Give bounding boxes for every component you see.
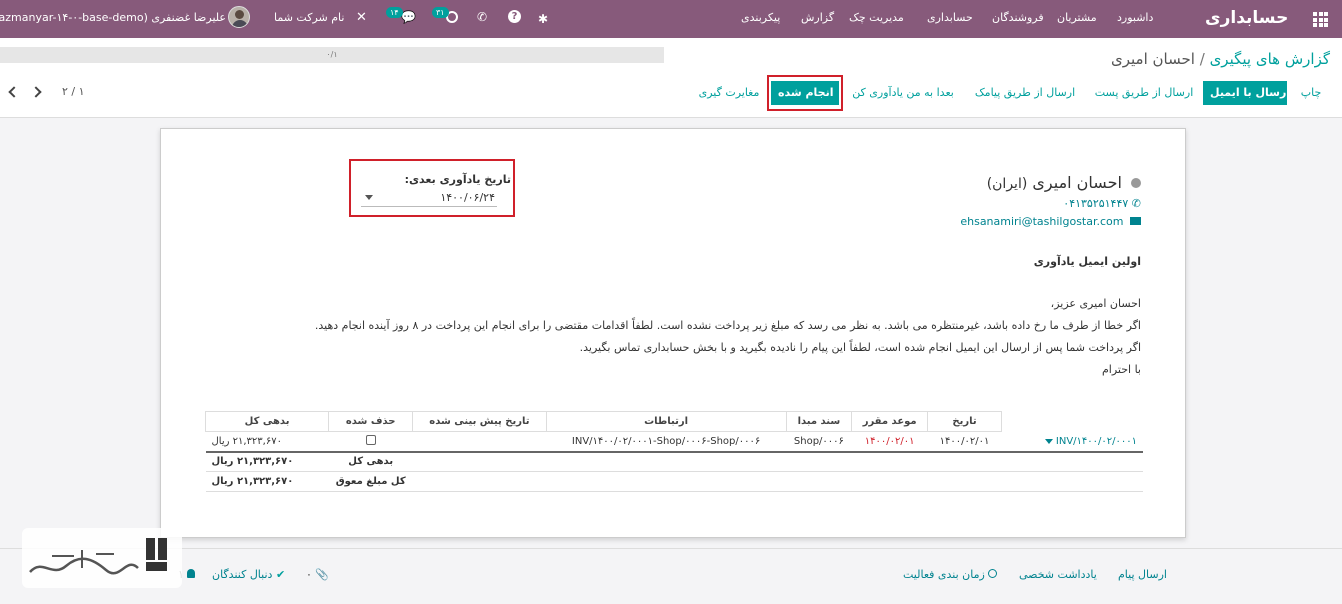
letter-closing: با احترام <box>1101 363 1141 376</box>
excluded-checkbox[interactable] <box>365 434 376 445</box>
next-reminder-date-input[interactable]: ۱۴۰۰/۰۶/۲۴ <box>361 189 497 207</box>
breadcrumb-current: احسان امیری <box>1111 50 1195 68</box>
letter-greeting: احسان امیری عزیز، <box>1050 297 1141 310</box>
help-icon[interactable]: ? <box>508 10 521 23</box>
attachments-button[interactable]: ۰ 📎 <box>306 568 329 581</box>
letter-line-2: اگر پرداخت شما پس از ارسال این ایمیل انج… <box>579 341 1141 354</box>
menu-accounting[interactable]: حسابداری <box>927 11 973 24</box>
row-source: Shop/۰۰۰۶ <box>793 435 844 447</box>
partner-phone-row: ✆ ۰۴۱۳۵۲۵۱۴۴۷ <box>1063 197 1141 210</box>
watermark-logo <box>22 528 182 588</box>
phone-icon: ✆ <box>1131 197 1141 210</box>
menu-dashboard[interactable]: داشبورد <box>1117 11 1153 24</box>
header-excluded: حذف شده <box>328 411 414 432</box>
next-reminder-date-value: ۱۴۰۰/۰۶/۲۴ <box>440 191 495 204</box>
header-expected-date: تاریخ پیش بینی شده <box>412 411 547 432</box>
send-sms-button[interactable]: ارسال از طریق پیامک <box>965 81 1085 105</box>
caret-down-icon <box>365 195 373 200</box>
clock-icon <box>988 569 998 578</box>
partner-email[interactable]: ehsanamiri@tashilgostar.com <box>960 215 1123 228</box>
attachments-count: ۰ <box>306 568 312 581</box>
top-navbar: حسابداری داشبورد مشتریان فروشندگان حسابد… <box>0 0 1342 38</box>
letter-line-1: اگر خطا از طرف ما رخ داده باشد، غیرمنتظر… <box>314 319 1141 332</box>
menu-reporting[interactable]: گزارش <box>801 11 834 24</box>
schedule-activity-label: زمان بندی فعالیت <box>903 568 985 581</box>
header-total-due: بدهی کل <box>204 411 330 432</box>
next-reminder-label: تاریخ یادآوری بعدی: <box>404 173 511 186</box>
company-switcher[interactable]: نام شرکت شما <box>274 11 344 24</box>
partner-country: (ایران) <box>986 176 1028 192</box>
breadcrumb-followup-reports[interactable]: گزارش های پیگیری <box>1210 50 1330 68</box>
row-due-date: ۱۴۰۰/۰۲/۰۱ <box>864 435 915 447</box>
reconcile-button[interactable]: مغایرت گیری <box>694 81 764 105</box>
breadcrumb-separator: / <box>1199 50 1205 68</box>
phone-icon[interactable]: ✆ <box>477 10 487 24</box>
print-button[interactable]: چاپ <box>1296 81 1326 105</box>
menu-vendors[interactable]: فروشندگان <box>992 11 1044 24</box>
debug-bug-icon[interactable]: ✱ <box>538 12 548 26</box>
check-icon: ✔ <box>275 568 286 581</box>
menu-check-management[interactable]: مدیریت چک <box>849 11 904 24</box>
control-panel: ۰/۱ گزارش های پیگیری / احسان امیری چاپ ا… <box>0 38 1342 118</box>
letter-subject: اولین ایمیل یادآوری <box>1033 255 1141 268</box>
row-total-due: ۲۱,۳۲۳,۶۷۰ ریال <box>211 435 282 447</box>
header-communication: ارتباطات <box>545 411 787 432</box>
send-email-button[interactable]: ارسال با ایمیل <box>1203 81 1290 105</box>
activities-count-badge: ۳۱ <box>432 7 449 18</box>
header-date: تاریخ <box>927 411 1002 432</box>
header-source-document: سند مبدا <box>785 411 853 432</box>
menu-customers[interactable]: مشتریان <box>1057 11 1097 24</box>
total-due-row: بدهی کل ۲۱,۳۲۳,۶۷۰ ریال <box>205 452 1143 472</box>
next-reminder-highlight <box>349 159 515 217</box>
remind-later-button[interactable]: بعدا به من یادآوری کن <box>848 81 958 105</box>
user-menu[interactable]: علیرضا غضنفری (sazmanyar-۱۴-۰-base-demo) <box>0 11 226 24</box>
envelope-icon <box>1130 217 1141 225</box>
status-dot-icon <box>1131 178 1141 188</box>
total-overdue-value: ۲۱,۳۲۳,۶۷۰ ریال <box>211 476 294 487</box>
followup-report-sheet: احسان امیری (ایران) ✆ ۰۴۱۳۵۲۵۱۴۴۷ ehsana… <box>160 128 1186 538</box>
schedule-activity-button[interactable]: زمان بندی فعالیت <box>903 568 998 581</box>
row-communication: INV/۱۴۰۰/۰۲/۰۰۰۱-Shop/۰۰۰۶-Shop/۰۰۰۶ <box>571 435 761 447</box>
done-button-highlight <box>767 75 843 111</box>
table-row[interactable]: INV/۱۴۰۰/۰۲/۰۰۰۱ ۱۴۰۰/۰۲/۰۱ ۱۴۰۰/۰۲/۰۱ S… <box>205 432 1143 452</box>
follow-button[interactable]: ✔ دنبال کنندگان <box>212 568 285 581</box>
row-date: ۱۴۰۰/۰۲/۰۱ <box>939 435 990 447</box>
menu-configuration[interactable]: پیکربندی <box>741 11 780 24</box>
chatter-bar: ارسال پیام یادداشت شخصی زمان بندی فعالیت… <box>0 548 1342 604</box>
paperclip-icon: 📎 <box>315 568 330 581</box>
partner-email-row: ehsanamiri@tashilgostar.com <box>960 215 1141 228</box>
send-post-button[interactable]: ارسال از طریق پست <box>1091 81 1197 105</box>
partner-phone[interactable]: ۰۴۱۳۵۲۵۱۴۴۷ <box>1063 197 1128 210</box>
follow-label: دنبال کنندگان <box>212 568 273 581</box>
total-due-label: بدهی کل <box>348 456 394 468</box>
partner-header: احسان امیری (ایران) <box>987 173 1141 192</box>
watermark-logo-mark <box>29 538 167 575</box>
invoice-cell[interactable]: INV/۱۴۰۰/۰۲/۰۰۰۱ <box>1001 432 1143 452</box>
invoice-number[interactable]: INV/۱۴۰۰/۰۲/۰۰۰۱ <box>1056 436 1137 447</box>
row-expected-date[interactable] <box>413 432 546 452</box>
total-overdue-row: کل مبلغ معوق ۲۱,۳۲۳,۶۷۰ ریال <box>205 472 1143 492</box>
apps-menu-icon[interactable] <box>1313 12 1328 27</box>
conversations-count-badge: ۱۴ <box>386 7 403 18</box>
log-note-button[interactable]: یادداشت شخصی <box>1019 568 1097 581</box>
progress-bar: ۰/۱ <box>0 47 664 63</box>
user-icon <box>187 569 196 578</box>
row-excluded-checkbox-cell[interactable] <box>329 432 413 452</box>
pager-value[interactable]: ۲ / ۱ <box>62 85 85 98</box>
total-overdue-label: کل مبلغ معوق <box>335 476 406 487</box>
user-avatar[interactable] <box>228 6 250 28</box>
send-message-button[interactable]: ارسال پیام <box>1118 568 1167 581</box>
pager-next-icon[interactable] <box>30 86 42 98</box>
caret-down-icon[interactable] <box>1044 438 1053 444</box>
close-icon[interactable]: ✕ <box>356 10 367 25</box>
pager-previous-icon[interactable] <box>8 86 20 98</box>
breadcrumb: گزارش های پیگیری / احسان امیری <box>1111 50 1330 68</box>
partner-name[interactable]: احسان امیری <box>1032 173 1122 192</box>
table-corner <box>1001 412 1143 432</box>
header-due-date: موعد مقرر <box>851 411 929 432</box>
conversations-icon[interactable]: 💬 <box>401 10 416 24</box>
invoice-table: تاریخ موعد مقرر سند مبدا ارتباطات تاریخ … <box>204 411 1143 492</box>
app-brand[interactable]: حسابداری <box>1205 8 1288 28</box>
total-due-value: ۲۱,۳۲۳,۶۷۰ ریال <box>211 456 294 468</box>
